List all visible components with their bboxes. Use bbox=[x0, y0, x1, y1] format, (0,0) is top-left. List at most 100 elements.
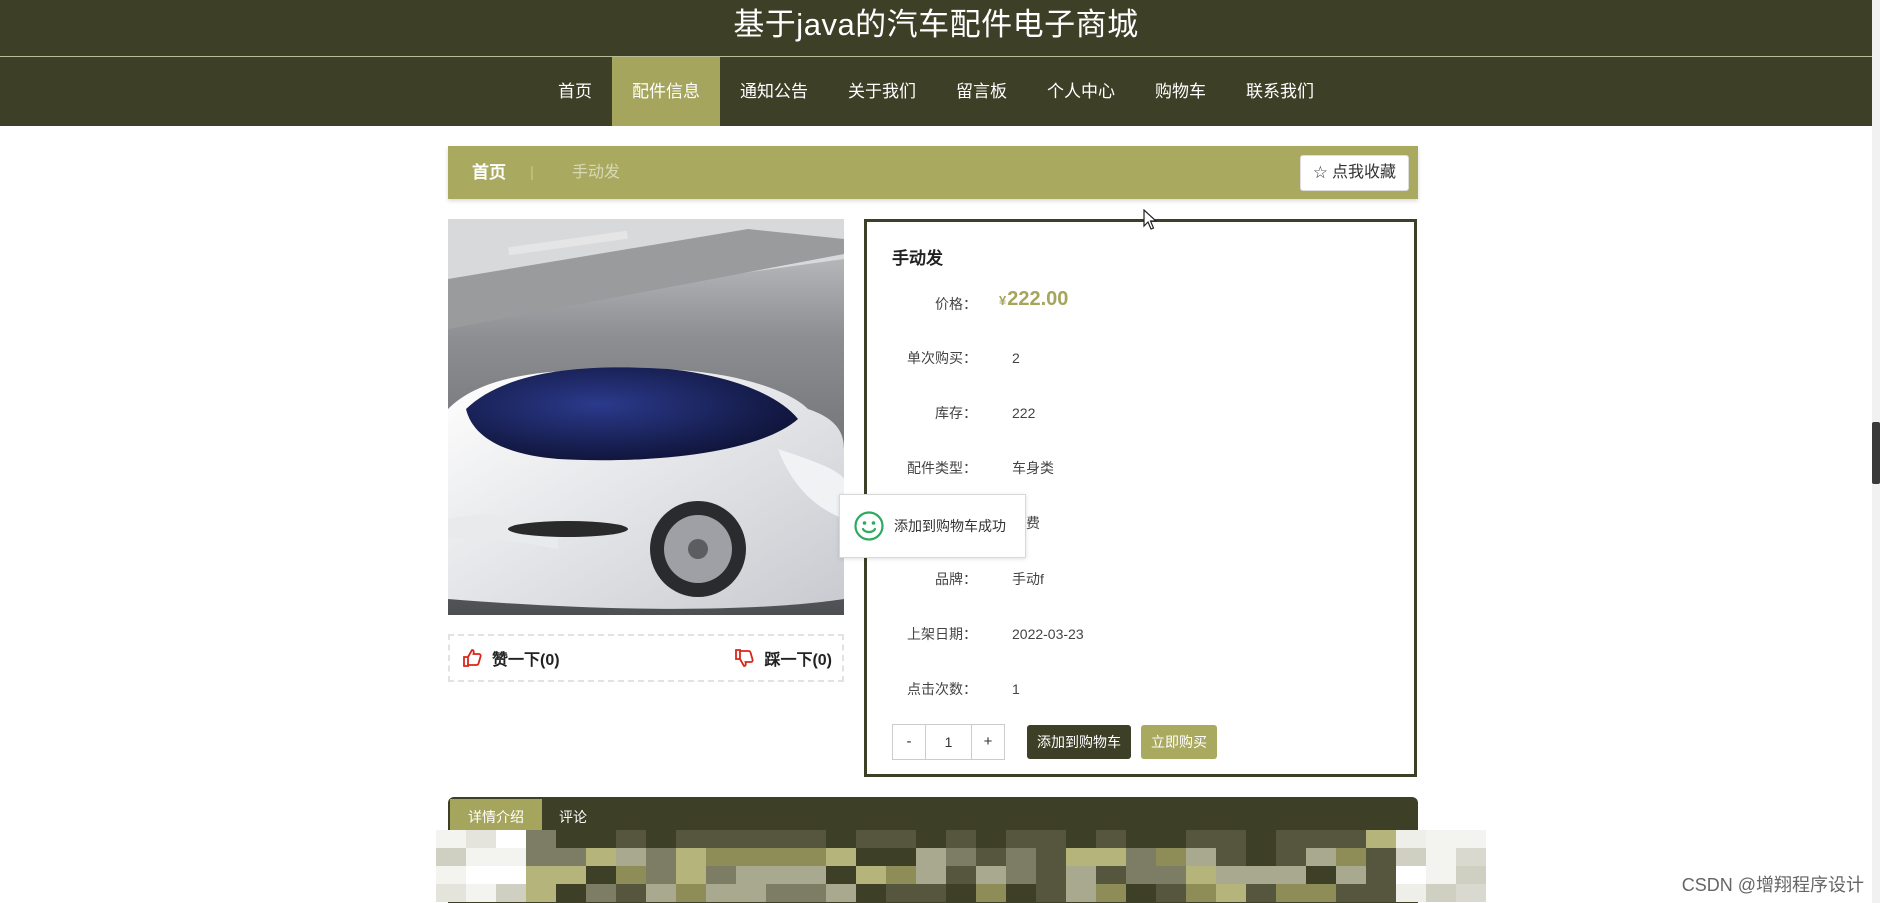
pixel-block bbox=[1156, 866, 1186, 884]
price-value: ¥222.00 bbox=[999, 288, 1068, 311]
pixel-block bbox=[1396, 848, 1426, 866]
pixel-block bbox=[646, 884, 676, 902]
pixel-block bbox=[616, 866, 646, 884]
pixel-block bbox=[646, 848, 676, 866]
nav-item-parts-info[interactable]: 配件信息 bbox=[612, 57, 720, 126]
pixel-block bbox=[436, 830, 466, 848]
pixel-block bbox=[436, 848, 466, 866]
pixel-block bbox=[1156, 884, 1186, 902]
pixel-block bbox=[436, 884, 466, 902]
breadcrumb-home-link[interactable]: 首页 bbox=[472, 146, 506, 199]
nav-item-cart[interactable]: 购物车 bbox=[1135, 57, 1226, 126]
pixel-block bbox=[766, 866, 796, 884]
nav-item-home[interactable]: 首页 bbox=[538, 57, 612, 126]
pixel-block bbox=[796, 884, 826, 902]
field-row: 库存： 222 bbox=[867, 401, 1414, 425]
favorite-button-label: 点我收藏 bbox=[1331, 164, 1396, 181]
pixel-block bbox=[466, 866, 496, 884]
vote-box: 赞一下(0) 踩一下(0) bbox=[448, 634, 844, 682]
buy-now-button[interactable]: 立即购买 bbox=[1141, 725, 1217, 759]
pixel-block bbox=[856, 866, 886, 884]
pixel-block bbox=[466, 884, 496, 902]
like-button[interactable]: 赞一下(0) bbox=[462, 636, 560, 680]
pixel-block bbox=[1156, 830, 1186, 848]
favorite-button[interactable]: ☆ 点我收藏 bbox=[1299, 155, 1409, 191]
field-value: 1 bbox=[1012, 681, 1020, 697]
pixel-block bbox=[1126, 884, 1156, 902]
pixel-block bbox=[856, 884, 886, 902]
pixel-block bbox=[676, 830, 706, 848]
dislike-button[interactable]: 踩一下(0) bbox=[734, 636, 832, 680]
pixel-block bbox=[1276, 830, 1306, 848]
pixel-block bbox=[1126, 866, 1156, 884]
pixel-block bbox=[436, 866, 466, 884]
pixel-block bbox=[1306, 830, 1336, 848]
pixel-block bbox=[766, 884, 796, 902]
field-label: 单次购买： bbox=[907, 350, 977, 366]
pixel-block bbox=[796, 830, 826, 848]
nav-item-notices[interactable]: 通知公告 bbox=[720, 57, 828, 126]
quantity-input[interactable]: 1 bbox=[926, 724, 971, 760]
pixel-block bbox=[1216, 884, 1246, 902]
pixel-block bbox=[676, 884, 706, 902]
pixel-block bbox=[1186, 884, 1216, 902]
pixel-block bbox=[886, 830, 916, 848]
smile-icon bbox=[854, 511, 884, 541]
pixel-block bbox=[496, 866, 526, 884]
pixel-block bbox=[556, 830, 586, 848]
nav-item-message-board[interactable]: 留言板 bbox=[936, 57, 1027, 126]
field-row: 点击次数： 1 bbox=[867, 677, 1414, 701]
nav-item-about-us[interactable]: 关于我们 bbox=[828, 57, 936, 126]
pixel-block bbox=[1036, 830, 1066, 848]
add-to-cart-button[interactable]: 添加到购物车 bbox=[1027, 725, 1131, 759]
thumbs-down-icon bbox=[735, 649, 755, 667]
scrollbar[interactable] bbox=[1872, 0, 1880, 903]
pixel-block bbox=[1216, 866, 1246, 884]
scrollbar-thumb[interactable] bbox=[1872, 422, 1880, 484]
product-image bbox=[448, 219, 844, 615]
pixel-block bbox=[1186, 830, 1216, 848]
pixel-block bbox=[856, 830, 886, 848]
price-row: 价格： ¥222.00 bbox=[867, 288, 1414, 316]
field-value: 2022-03-23 bbox=[1012, 626, 1084, 642]
pixel-block bbox=[586, 830, 616, 848]
pixel-block bbox=[616, 884, 646, 902]
toast-message: 添加到购物车成功 bbox=[894, 518, 1006, 534]
field-row: 单次购买： 2 bbox=[867, 346, 1414, 370]
pixel-block bbox=[946, 830, 976, 848]
thumbs-up-icon bbox=[463, 649, 482, 667]
pixel-block bbox=[1066, 830, 1096, 848]
star-icon: ☆ bbox=[1312, 163, 1328, 182]
field-row: 配件类型： 车身类 bbox=[867, 456, 1414, 480]
pixel-block bbox=[1336, 848, 1366, 866]
pixel-block bbox=[736, 848, 766, 866]
pixel-block bbox=[946, 866, 976, 884]
pixel-block bbox=[1456, 848, 1486, 866]
pixel-block bbox=[1246, 830, 1276, 848]
breadcrumb-current: 手动发 bbox=[572, 164, 621, 181]
pixel-block bbox=[976, 884, 1006, 902]
quantity-decrease-button[interactable]: - bbox=[892, 724, 926, 760]
field-value: 222 bbox=[1012, 405, 1036, 421]
pixel-block bbox=[1096, 848, 1126, 866]
quantity-increase-button[interactable]: + bbox=[971, 724, 1005, 760]
nav-item-user-center[interactable]: 个人中心 bbox=[1027, 57, 1135, 126]
pixel-block bbox=[1306, 884, 1336, 902]
quantity-stepper: - 1 + bbox=[892, 724, 1005, 760]
pixel-block bbox=[826, 848, 856, 866]
pixel-block bbox=[1246, 884, 1276, 902]
breadcrumb: 首页 | 手动发 ☆ 点我收藏 bbox=[448, 146, 1418, 199]
pixel-block bbox=[586, 884, 616, 902]
product-name: 手动发 bbox=[892, 249, 943, 268]
pixel-block bbox=[1276, 884, 1306, 902]
pixel-block bbox=[1276, 866, 1306, 884]
pixel-block bbox=[1426, 848, 1456, 866]
field-value: 手动f bbox=[1012, 571, 1044, 587]
pixel-block bbox=[916, 830, 946, 848]
pixel-block bbox=[1096, 866, 1126, 884]
pixel-block bbox=[1246, 866, 1276, 884]
nav-item-contact-us[interactable]: 联系我们 bbox=[1226, 57, 1334, 126]
pixel-block bbox=[1066, 884, 1096, 902]
pixel-block bbox=[1396, 830, 1426, 848]
pixel-block bbox=[1126, 830, 1156, 848]
